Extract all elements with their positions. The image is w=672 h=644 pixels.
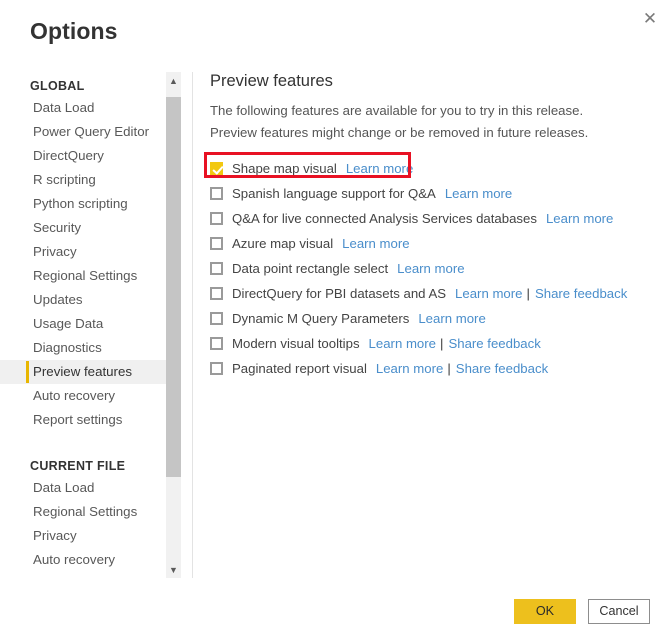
learn-more-link[interactable]: Learn more [546, 211, 613, 226]
checkbox-unchecked-icon[interactable] [210, 187, 223, 200]
feature-label: Modern visual tooltips [232, 336, 360, 351]
feature-row[interactable]: Modern visual tooltips Learn more | Share f… [210, 331, 650, 356]
sidebar-scrollbar[interactable]: ▲ ▼ [166, 72, 181, 578]
feature-row[interactable]: Shape map visual Learn more [210, 156, 650, 181]
learn-more-link[interactable]: Learn more [346, 161, 413, 176]
sidebar-item-diagnostics[interactable]: Diagnostics [0, 336, 166, 360]
sidebar-item-power-query-editor[interactable]: Power Query Editor [0, 120, 166, 144]
checkbox-unchecked-icon[interactable] [210, 312, 223, 325]
feature-row[interactable]: Data point rectangle select Learn more [210, 256, 650, 281]
sidebar-item-updates[interactable]: Updates [0, 288, 166, 312]
sidebar-item-preview-features[interactable]: Preview features [0, 360, 166, 384]
sidebar-item-security[interactable]: Security [0, 216, 166, 240]
feature-row[interactable]: Paginated report visual Learn more | Share … [210, 356, 650, 381]
feature-row[interactable]: Dynamic M Query Parameters Learn more [210, 306, 650, 331]
checkbox-unchecked-icon[interactable] [210, 237, 223, 250]
share-feedback-link[interactable]: Share feedback [535, 286, 627, 301]
feature-row[interactable]: Spanish language support for Q&A Learn mo… [210, 181, 650, 206]
sidebar-item-data-load[interactable]: Data Load [0, 476, 166, 500]
feature-label: Azure map visual [232, 236, 334, 251]
sidebar-item-privacy[interactable]: Privacy [0, 240, 166, 264]
page-title: Options [30, 18, 118, 44]
sidebar-group-header: GLOBAL [30, 79, 85, 93]
learn-more-link[interactable]: Learn more [455, 286, 522, 301]
chevron-up-icon[interactable]: ▲ [166, 72, 181, 89]
sidebar-item-report-settings[interactable]: Report settings [0, 408, 166, 432]
learn-more-link[interactable]: Learn more [418, 311, 485, 326]
dialog-footer: OK Cancel [514, 599, 650, 624]
checkbox-checked-icon[interactable] [210, 162, 223, 175]
sidebar-item-usage-data[interactable]: Usage Data [0, 312, 166, 336]
scrollbar-thumb[interactable] [166, 97, 181, 477]
share-feedback-link[interactable]: Share feedback [448, 336, 540, 351]
main-content: Preview features The following features … [204, 72, 650, 381]
sidebar-group-items: Data Load Regional Settings Privacy Auto re… [0, 476, 166, 572]
checkbox-unchecked-icon[interactable] [210, 262, 223, 275]
learn-more-link[interactable]: Learn more [376, 361, 443, 376]
options-dialog: ✕ Options GLOBAL Data Load Power Query Edi… [0, 0, 672, 644]
link-separator: | [526, 286, 530, 301]
feature-row[interactable]: Azure map visual Learn more [210, 231, 650, 256]
vertical-divider [192, 72, 193, 578]
sidebar: GLOBAL Data Load Power Query Editor DirectQ… [0, 72, 166, 578]
section-description: The following features are available for… [210, 103, 589, 140]
feature-label: Spanish language support for Q&A [232, 186, 436, 201]
sidebar-group-header: CURRENT FILE [30, 459, 126, 473]
feature-label: Paginated report visual [232, 361, 367, 376]
learn-more-link[interactable]: Learn more [445, 186, 512, 201]
feature-row[interactable]: Q&A for live connected Analysis Services… [210, 206, 650, 231]
chevron-down-icon[interactable]: ▼ [166, 561, 181, 578]
checkbox-unchecked-icon[interactable] [210, 212, 223, 225]
section-heading: Preview features [210, 72, 333, 90]
feature-label: DirectQuery for PBI datasets and AS [232, 286, 447, 301]
sidebar-item-python-scripting[interactable]: Python scripting [0, 192, 166, 216]
learn-more-link[interactable]: Learn more [397, 261, 464, 276]
sidebar-group-items: Data Load Power Query Editor DirectQuery R … [0, 96, 166, 432]
sidebar-item-auto-recovery[interactable]: Auto recovery [0, 384, 166, 408]
checkbox-unchecked-icon[interactable] [210, 362, 223, 375]
learn-more-link[interactable]: Learn more [342, 236, 409, 251]
sidebar-item-regional-settings[interactable]: Regional Settings [0, 500, 166, 524]
sidebar-item-data-load[interactable]: Data Load [0, 96, 166, 120]
link-separator: | [447, 361, 451, 376]
feature-label: Q&A for live connected Analysis Services… [232, 211, 537, 226]
cancel-button[interactable]: Cancel [588, 599, 650, 624]
learn-more-link[interactable]: Learn more [369, 336, 436, 351]
sidebar-item-regional-settings[interactable]: Regional Settings [0, 264, 166, 288]
link-separator: | [440, 336, 444, 351]
checkbox-unchecked-icon[interactable] [210, 337, 223, 350]
sidebar-item-r-scripting[interactable]: R scripting [0, 168, 166, 192]
feature-row[interactable]: DirectQuery for PBI datasets and AS Learn… [210, 281, 650, 306]
sidebar-item-directquery[interactable]: DirectQuery [0, 144, 166, 168]
sidebar-item-auto-recovery[interactable]: Auto recovery [0, 548, 166, 572]
preview-features-list: Shape map visual Learn more Spanish langua… [204, 152, 650, 381]
checkbox-unchecked-icon[interactable] [210, 287, 223, 300]
ok-button[interactable]: OK [514, 599, 576, 624]
share-feedback-link[interactable]: Share feedback [456, 361, 548, 376]
feature-label: Dynamic M Query Parameters [232, 311, 410, 326]
feature-label: Data point rectangle select [232, 261, 389, 276]
feature-label: Shape map visual [232, 161, 337, 176]
close-icon[interactable]: ✕ [634, 4, 666, 32]
sidebar-item-privacy[interactable]: Privacy [0, 524, 166, 548]
